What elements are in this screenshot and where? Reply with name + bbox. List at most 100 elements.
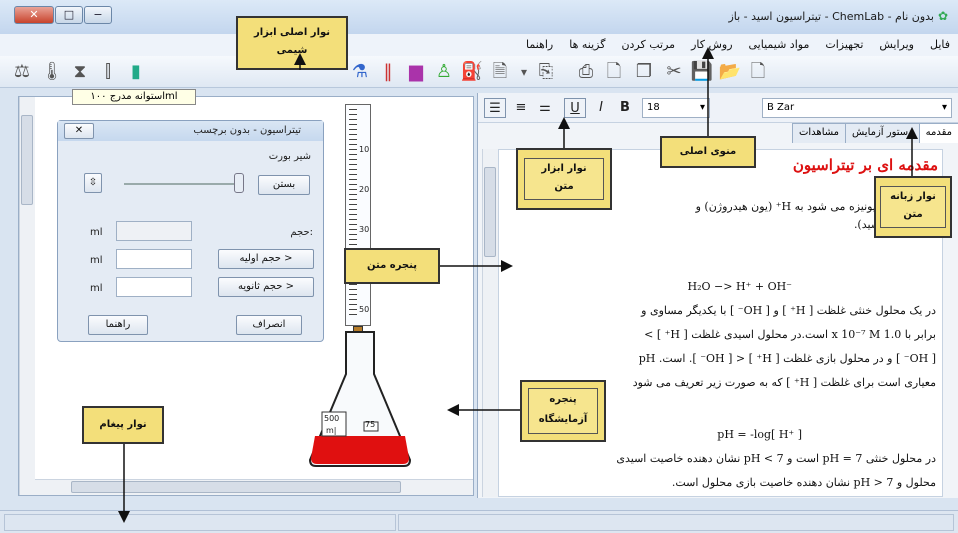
test-tubes-icon[interactable]: ‖ [376, 60, 400, 84]
align-right-icon[interactable]: ☰ [484, 98, 506, 118]
text-vscroll-thumb[interactable] [484, 167, 496, 257]
text-vertical-scrollbar[interactable] [482, 149, 498, 497]
lab-vscroll-thumb[interactable] [21, 115, 33, 205]
doc-line: در یک محلول خنثی غلظت [ H⁺ ] و [ OH⁻ ] ب… [641, 304, 936, 317]
clip-icon[interactable]: ⎘ [534, 60, 558, 84]
menu-item[interactable]: تجهیزات [825, 34, 863, 56]
valve-close-button[interactable]: بستن [258, 175, 310, 195]
new-icon[interactable]: 🗋 [746, 60, 770, 84]
menu-item[interactable]: روش کار [691, 34, 732, 56]
align-center-icon[interactable]: ≡ [510, 98, 532, 118]
menu-item[interactable]: راهنما [526, 34, 553, 56]
close-button[interactable]: ✕ [14, 6, 54, 24]
callout-lab-window: پنجره آزمایشگاه [520, 380, 606, 442]
flask-liquid [311, 436, 409, 464]
callout-text: نوار اصلی ابزار شیمی [253, 27, 331, 56]
dropdown-icon[interactable]: ▾ [512, 60, 536, 84]
doc-line: برابر با 1.0 x 10⁻⁷ M است.در محلول اسیدی… [644, 328, 936, 341]
copy-icon[interactable]: ❐ [632, 60, 656, 84]
font-size-value: 18 [647, 102, 660, 113]
chem-toolbar: ⚖ 🌡 ⧗ ⫿ ▮ ⚗ ‖ ▆ ♙ ⛽ 🗎 ▾ ⎘ ⎙ 🗋 ❐ ✂ 💾 📂 🗋 [0, 56, 958, 88]
valve-slider-track[interactable] [124, 183, 234, 185]
volume-label: حجم: [290, 227, 313, 238]
cancel-button[interactable]: انصراف [236, 315, 302, 335]
chevron-down-icon: ▾ [699, 102, 705, 113]
lab-horizontal-scrollbar[interactable] [35, 479, 473, 495]
menu-item[interactable]: فایل [930, 34, 950, 56]
unit-label: ml [90, 255, 103, 266]
erlenmeyer-flask[interactable]: 75 500 m| [308, 330, 412, 468]
underline-button[interactable]: U [564, 98, 586, 118]
stand-icon[interactable]: ⫿ [96, 60, 120, 84]
flask-volume-mark: 75 [365, 420, 376, 429]
text-toolbar: ☰ ≡ ⚌ U I B 18 ▾ B Zar ▾ [478, 93, 958, 123]
burette[interactable]: 10 20 30 40 50 [345, 104, 371, 326]
maximize-button[interactable]: □ [55, 6, 83, 24]
tab-procedure[interactable]: دستور آزمایش [845, 123, 920, 143]
open-icon[interactable]: 📂 [718, 60, 742, 84]
document-heading: مقدمه ای بر تیتراسیون [792, 156, 938, 174]
text-tabs: مقدمهدستور آزمایشمشاهدات [768, 123, 958, 143]
save-icon[interactable]: 💾 [690, 60, 714, 84]
tooltip: استوانه مدرج ۱۰۰ml [72, 89, 196, 105]
minimize-button[interactable]: − [84, 6, 112, 24]
flask-label-top: 500 [324, 414, 340, 423]
valve-stepper[interactable]: ⇳ [84, 173, 102, 193]
initial-volume-button[interactable]: حجم اولیه > [218, 249, 314, 269]
unit-label: ml [90, 283, 103, 294]
initial-volume-field[interactable] [116, 249, 192, 269]
menu-item[interactable]: مرتب کردن [621, 34, 675, 56]
callout-text-tabs: نوار زبانه متن [874, 176, 952, 238]
cylinder-icon[interactable]: ▮ [124, 60, 148, 84]
flask-label-bottom: m| [326, 426, 337, 435]
burette-tick: 30 [359, 225, 370, 234]
status-cell [398, 514, 954, 531]
menu-item[interactable]: مواد شیمیایی [749, 34, 810, 56]
spray-icon[interactable]: ⛽ [460, 60, 484, 84]
align-left-icon[interactable]: ⚌ [534, 98, 556, 118]
cut-icon[interactable]: ✂ [662, 60, 686, 84]
burette-tick: 10 [359, 145, 370, 154]
secondary-volume-button[interactable]: حجم ثانویه > [218, 277, 314, 297]
italic-button[interactable]: I [590, 98, 612, 118]
print-icon[interactable]: ⎙ [574, 60, 598, 84]
title-bar: ✕ □ − بدون نام - ChemLab - تیتراسیون اسی… [0, 0, 958, 34]
menu-item[interactable]: ویرایش [879, 34, 914, 56]
beaker-icon[interactable]: ▆ [404, 60, 428, 84]
lab-vertical-scrollbar[interactable] [19, 97, 35, 495]
valve-label: شیر بورت [268, 151, 311, 162]
font-name-select[interactable]: B Zar ▾ [762, 98, 952, 118]
font-name-value: B Zar [767, 102, 795, 113]
tab-introduction[interactable]: مقدمه [918, 123, 958, 143]
window-title: بدون نام - ChemLab - تیتراسیون اسید - با… [728, 10, 934, 23]
bold-button[interactable]: B [614, 98, 636, 118]
font-size-select[interactable]: 18 ▾ [642, 98, 710, 118]
valve-slider-thumb[interactable] [234, 173, 244, 193]
document-icon[interactable]: 🗎 [488, 60, 512, 84]
burette-tick: 50 [359, 305, 370, 314]
callout-text: نوار زبانه متن [890, 191, 936, 220]
unit-label: ml [90, 227, 103, 238]
app-logo-icon: ✿ [938, 9, 949, 23]
lab-hscroll-thumb[interactable] [71, 481, 401, 493]
tab-observations[interactable]: مشاهدات [791, 123, 847, 143]
balance-icon[interactable]: ⚖ [10, 60, 34, 84]
flask-icon[interactable]: ⚗ [348, 60, 372, 84]
preview-icon[interactable]: 🗋 [602, 60, 626, 84]
menu-item[interactable]: گزینه ها [569, 34, 605, 56]
volume-readout [116, 221, 192, 241]
help-button[interactable]: راهنما [88, 315, 148, 335]
callout-text: پنجره آزمایشگاه [538, 394, 588, 425]
dialog-title: تیتراسیون - بدون برچسب [58, 121, 323, 141]
dialog-close-button[interactable]: ✕ [64, 123, 94, 139]
person-icon[interactable]: ♙ [432, 60, 456, 84]
callout-text-toolbar: نوار ابزار متن [516, 148, 612, 210]
doc-line: معیاری است برای غلظت [ H⁺ ] که به صورت ز… [632, 376, 936, 389]
thermometer-icon[interactable]: 🌡 [40, 60, 64, 84]
doc-line: [ OH⁻ ] و در محلول بازی غلظت [ H⁺ ] < [ … [638, 352, 936, 365]
app-window: ✕ □ − بدون نام - ChemLab - تیتراسیون اسی… [0, 0, 958, 533]
doc-line: محلول و pH > 7 نشان دهنده خاصیت بازی محل… [671, 476, 936, 489]
doc-equation: pH = -log[ H⁺ ] [717, 428, 802, 441]
secondary-volume-field[interactable] [116, 277, 192, 297]
hourglass-icon[interactable]: ⧗ [68, 60, 92, 84]
